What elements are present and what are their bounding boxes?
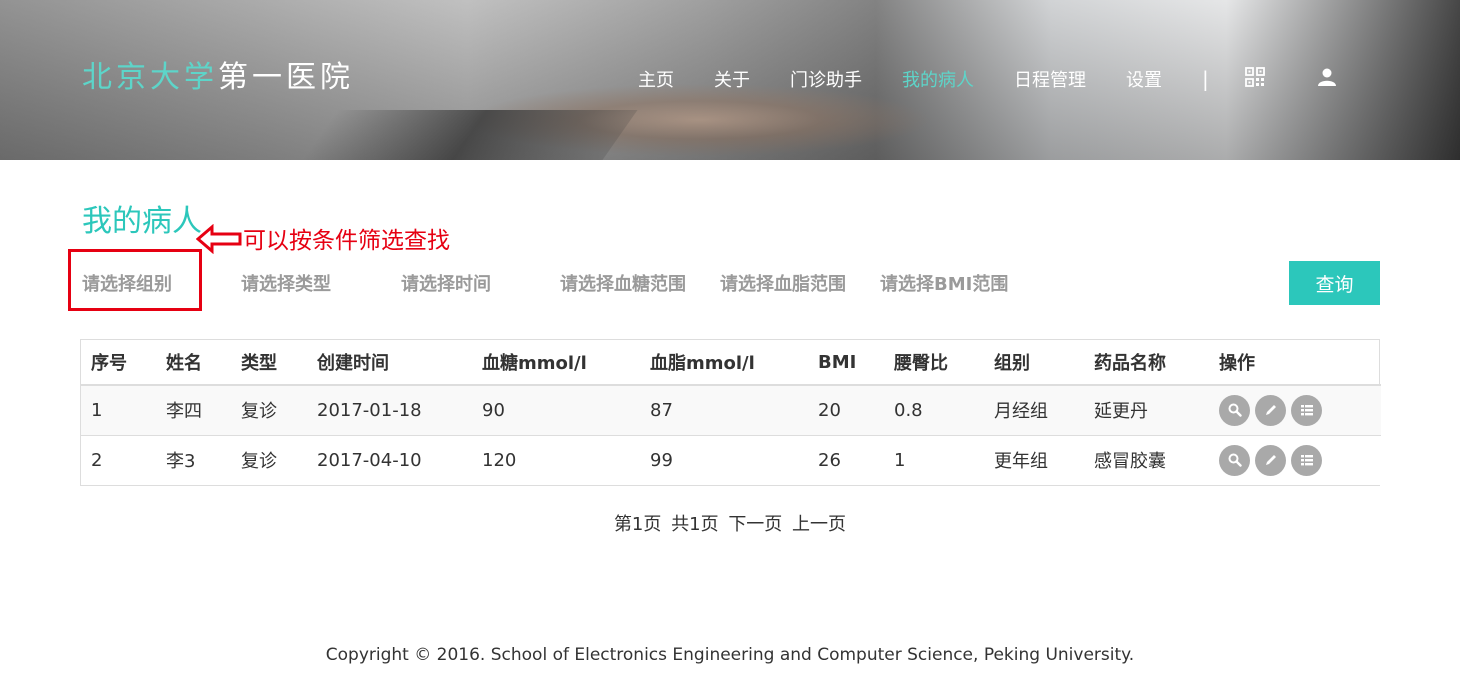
page-title: 我的病人 xyxy=(82,204,202,239)
table-header-row: 序号 姓名 类型 创建时间 血糖mmol/l 血脂mmol/l BMI 腰臀比 … xyxy=(81,340,1381,386)
nav-schedule[interactable]: 日程管理 xyxy=(1014,66,1086,92)
cell-drug: 感冒胶囊 xyxy=(1084,434,1209,485)
cell-lipid: 87 xyxy=(640,385,808,435)
cell-glucose: 90 xyxy=(472,385,640,435)
edit-icon[interactable] xyxy=(1255,444,1286,476)
nav-clinic-assistant[interactable]: 门诊助手 xyxy=(790,66,862,92)
annotation-text: 可以按条件筛选查找 xyxy=(243,228,450,254)
pagination-next[interactable]: 下一页 xyxy=(728,514,782,535)
nav-separator: | xyxy=(1202,67,1209,91)
pagination-total: 共1页 xyxy=(671,514,719,535)
cell-actions xyxy=(1209,385,1381,435)
col-header-no: 序号 xyxy=(81,340,156,386)
nav-home[interactable]: 主页 xyxy=(638,66,674,92)
cell-name: 李3 xyxy=(156,434,231,485)
filter-time[interactable]: 请选择时间 xyxy=(401,270,491,296)
col-header-whr: 腰臀比 xyxy=(884,340,984,386)
patients-table: 序号 姓名 类型 创建时间 血糖mmol/l 血脂mmol/l BMI 腰臀比 … xyxy=(80,339,1381,486)
col-header-created: 创建时间 xyxy=(307,340,472,386)
footer-copyright: Copyright © 2016. School of Electronics … xyxy=(325,645,1135,665)
search-icon[interactable] xyxy=(1219,444,1250,476)
main-nav: 主页 关于 门诊助手 我的病人 日程管理 设置 | xyxy=(638,66,1389,92)
cell-group: 月经组 xyxy=(984,385,1084,435)
header-banner: 北京大学第一医院 主页 关于 门诊助手 我的病人 日程管理 设置 | xyxy=(0,0,1460,160)
col-header-group: 组别 xyxy=(984,340,1084,386)
cell-drug: 延更丹 xyxy=(1084,385,1209,435)
cell-created: 2017-01-18 xyxy=(307,385,472,435)
filter-glucose[interactable]: 请选择血糖范围 xyxy=(560,270,686,296)
table-row: 1 李四 复诊 2017-01-18 90 87 20 0.8 月经组 延更丹 xyxy=(81,385,1381,435)
filter-bmi[interactable]: 请选择BMI范围 xyxy=(880,270,1008,296)
cell-group: 更年组 xyxy=(984,434,1084,485)
filter-type[interactable]: 请选择类型 xyxy=(241,270,331,296)
pagination-prev[interactable]: 上一页 xyxy=(792,514,846,535)
col-header-drug: 药品名称 xyxy=(1084,340,1209,386)
nav-settings[interactable]: 设置 xyxy=(1126,66,1162,92)
cell-bmi: 26 xyxy=(808,434,884,485)
user-icon[interactable] xyxy=(1317,67,1337,92)
cell-whr: 0.8 xyxy=(884,385,984,435)
col-header-glucose: 血糖mmol/l xyxy=(472,340,640,386)
table-row: 2 李3 复诊 2017-04-10 120 99 26 1 更年组 感冒胶囊 xyxy=(81,434,1381,485)
pagination: 第1页 共1页 下一页 上一页 xyxy=(0,510,1460,536)
cell-whr: 1 xyxy=(884,434,984,485)
cell-glucose: 120 xyxy=(472,434,640,485)
cell-created: 2017-04-10 xyxy=(307,434,472,485)
cell-no: 2 xyxy=(81,434,156,485)
search-icon[interactable] xyxy=(1219,394,1250,426)
cell-bmi: 20 xyxy=(808,385,884,435)
logo-university: 北京大学 xyxy=(82,60,218,95)
annotation-arrow-icon xyxy=(196,224,242,254)
list-icon[interactable] xyxy=(1291,444,1322,476)
list-icon[interactable] xyxy=(1291,394,1322,426)
cell-type: 复诊 xyxy=(231,385,307,435)
nav-about[interactable]: 关于 xyxy=(714,66,750,92)
edit-icon[interactable] xyxy=(1255,394,1286,426)
logo-hospital: 第一医院 xyxy=(218,60,354,95)
cell-actions xyxy=(1209,434,1381,485)
col-header-type: 类型 xyxy=(231,340,307,386)
col-header-bmi: BMI xyxy=(808,340,884,386)
pagination-current: 第1页 xyxy=(613,514,662,535)
filter-group[interactable]: 请选择组别 xyxy=(82,270,172,296)
query-button[interactable]: 查询 xyxy=(1289,261,1380,305)
col-header-lipid: 血脂mmol/l xyxy=(640,340,808,386)
col-header-actions: 操作 xyxy=(1209,340,1381,386)
col-header-name: 姓名 xyxy=(156,340,231,386)
cell-no: 1 xyxy=(81,385,156,435)
qrcode-icon[interactable] xyxy=(1244,66,1265,92)
hospital-logo[interactable]: 北京大学第一医院 xyxy=(82,52,354,96)
cell-type: 复诊 xyxy=(231,434,307,485)
cell-name: 李四 xyxy=(156,385,231,435)
nav-my-patients[interactable]: 我的病人 xyxy=(902,66,974,92)
filter-lipid[interactable]: 请选择血脂范围 xyxy=(720,270,846,296)
cell-lipid: 99 xyxy=(640,434,808,485)
